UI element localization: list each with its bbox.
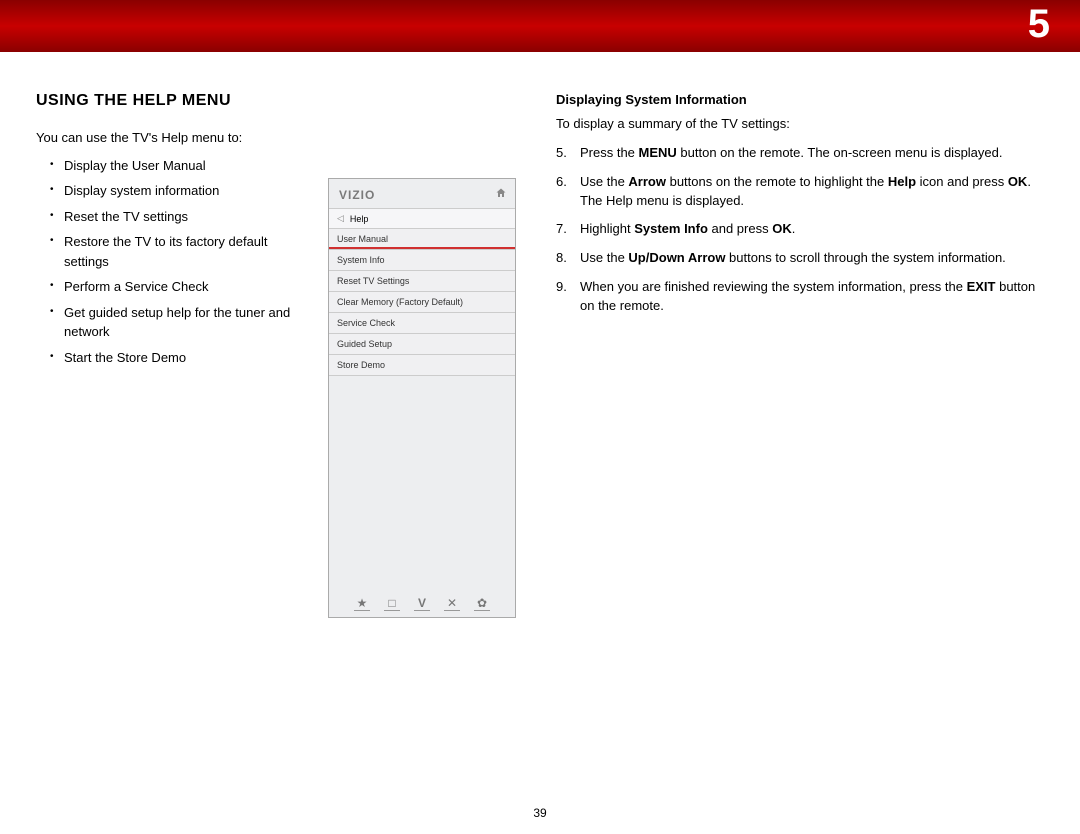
back-triangle-icon: ◁ [337,213,344,224]
tv-menu-header: VIZIO [329,179,515,208]
step-row: 9. When you are finished reviewing the s… [556,278,1044,316]
star-icon: ★ [354,596,370,611]
page-content: USING THE HELP MENU You can use the TV's… [0,52,1080,618]
step-number: 8. [556,249,570,268]
step-text: When you are finished reviewing the syst… [580,278,1044,316]
tv-menu-footer-icons: ★ □ V ✕ ✿ [329,596,515,611]
step-text: Highlight System Info and press OK. [580,220,1044,239]
step-row: 8. Use the Up/Down Arrow buttons to scro… [556,249,1044,268]
tv-menu-item: Service Check [329,313,515,334]
bullet-item: Reset the TV settings [50,207,306,227]
subsection-heading: Displaying System Information [556,92,1044,107]
bullet-item: Display system information [50,181,306,201]
step-text: Use the Up/Down Arrow buttons to scroll … [580,249,1044,268]
step-row: 5. Press the MENU button on the remote. … [556,144,1044,163]
v-icon: V [414,596,430,611]
page-number: 39 [0,806,1080,820]
left-text-block: You can use the TV's Help menu to: Displ… [36,128,306,373]
step-row: 7. Highlight System Info and press OK. [556,220,1044,239]
tv-menu-title: Help [350,214,369,224]
bullet-item: Display the User Manual [50,156,306,176]
step-text: Press the MENU button on the remote. The… [580,144,1044,163]
numbered-steps: 5. Press the MENU button on the remote. … [556,144,1044,316]
tv-menu-item: Guided Setup [329,334,515,355]
step-number: 9. [556,278,570,316]
close-icon: ✕ [444,596,460,611]
tv-menu-item: Reset TV Settings [329,271,515,292]
subsection-intro: To display a summary of the TV settings: [556,115,1044,134]
bullet-item: Perform a Service Check [50,277,306,297]
step-row: 6. Use the Arrow buttons on the remote t… [556,173,1044,211]
tv-menu-item: Clear Memory (Factory Default) [329,292,515,313]
gear-icon: ✿ [474,596,490,611]
chapter-header-bar: 5 [0,0,1080,52]
tv-menu-title-row: ◁ Help [329,208,515,229]
bullet-item: Restore the TV to its factory default se… [50,232,306,271]
home-icon [495,187,507,202]
vizio-logo: VIZIO [339,188,375,202]
caption-icon: □ [384,596,400,611]
section-title: USING THE HELP MENU [36,92,516,110]
tv-menu-item: Store Demo [329,355,515,376]
chapter-number: 5 [1028,2,1050,47]
tv-menu-item: System Info [329,250,515,271]
bullet-item: Start the Store Demo [50,348,306,368]
intro-text: You can use the TV's Help menu to: [36,128,306,148]
tv-menu-item: User Manual [329,229,515,250]
right-column: Displaying System Information To display… [556,92,1044,618]
left-column: USING THE HELP MENU You can use the TV's… [36,92,516,618]
bullet-item: Get guided setup help for the tuner and … [50,303,306,342]
step-text: Use the Arrow buttons on the remote to h… [580,173,1044,211]
bullet-list: Display the User Manual Display system i… [36,156,306,368]
step-number: 6. [556,173,570,211]
step-number: 7. [556,220,570,239]
step-number: 5. [556,144,570,163]
tv-menu-screenshot: VIZIO ◁ Help User Manual System Info Res… [328,178,516,618]
tv-menu-list: User Manual System Info Reset TV Setting… [329,229,515,376]
